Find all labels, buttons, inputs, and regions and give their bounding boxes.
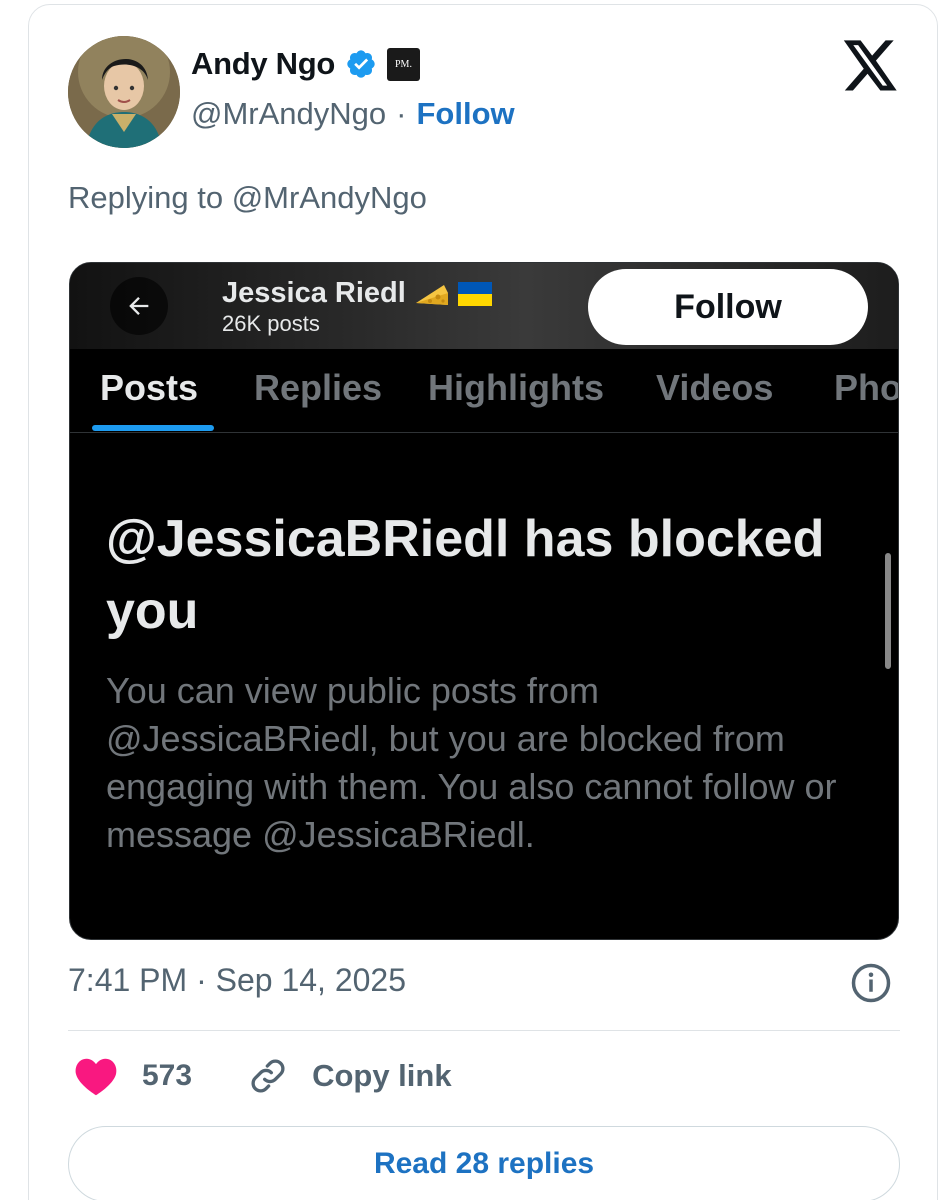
author-name[interactable]: Andy Ngo xyxy=(191,46,335,82)
info-icon[interactable] xyxy=(850,962,892,1004)
tab-posts[interactable]: Posts xyxy=(100,367,198,409)
profile-name-row: Jessica Riedl xyxy=(222,277,492,310)
tab-photos[interactable]: Pho xyxy=(834,367,898,409)
like-button[interactable]: 573 xyxy=(74,1056,192,1096)
copy-link-label: Copy link xyxy=(312,1058,452,1093)
post-time: 7:41 PM xyxy=(68,962,188,998)
tab-highlights[interactable]: Highlights xyxy=(428,367,604,409)
profile-tabs: Posts Replies Highlights Videos Pho xyxy=(70,349,898,433)
post-timestamp[interactable]: 7:41 PM · Sep 14, 2025 xyxy=(68,962,406,999)
profile-follow-button[interactable]: Follow xyxy=(588,269,868,345)
author-name-row: Andy Ngo PM. xyxy=(191,46,420,82)
link-icon xyxy=(251,1059,285,1093)
tab-replies[interactable]: Replies xyxy=(254,367,382,409)
separator-dot: · xyxy=(196,962,207,998)
attached-screenshot[interactable]: Jessica Riedl 26K posts Follow Posts Rep… xyxy=(69,262,899,940)
copy-link-button[interactable]: Copy link xyxy=(192,1056,452,1096)
separator-dot: · xyxy=(396,96,407,131)
blocked-title: @JessicaBRiedl has blocked you xyxy=(106,510,825,640)
action-bar: 573 Copy link xyxy=(74,1056,452,1096)
author-handle-row: @MrAndyNgo · Follow xyxy=(191,96,515,132)
profile-name: Jessica Riedl xyxy=(222,277,406,309)
post-date: Sep 14, 2025 xyxy=(215,962,406,998)
read-replies-button[interactable]: Read 28 replies xyxy=(68,1126,900,1200)
tab-videos[interactable]: Videos xyxy=(656,367,773,409)
scrollbar[interactable] xyxy=(885,553,891,669)
follow-link[interactable]: Follow xyxy=(416,96,514,132)
replying-to: Replying to @MrAndyNgo xyxy=(68,180,427,215)
divider xyxy=(68,1030,900,1031)
blocked-message: You can view public posts from @JessicaB… xyxy=(106,670,837,855)
active-tab-indicator xyxy=(92,425,214,431)
avatar[interactable] xyxy=(68,36,180,148)
like-count: 573 xyxy=(142,1059,193,1092)
avatar-image xyxy=(68,36,180,148)
back-button[interactable] xyxy=(110,277,168,335)
ukraine-flag-icon xyxy=(457,281,492,306)
cheese-icon xyxy=(415,284,448,305)
back-arrow-icon xyxy=(129,297,149,315)
author-handle[interactable]: @MrAndyNgo xyxy=(191,96,386,132)
verified-icon xyxy=(347,50,375,78)
affiliate-badge[interactable]: PM. xyxy=(386,47,420,81)
x-logo-icon[interactable] xyxy=(843,40,899,92)
profile-post-count: 26K posts xyxy=(222,311,320,336)
heart-icon xyxy=(75,1058,117,1096)
